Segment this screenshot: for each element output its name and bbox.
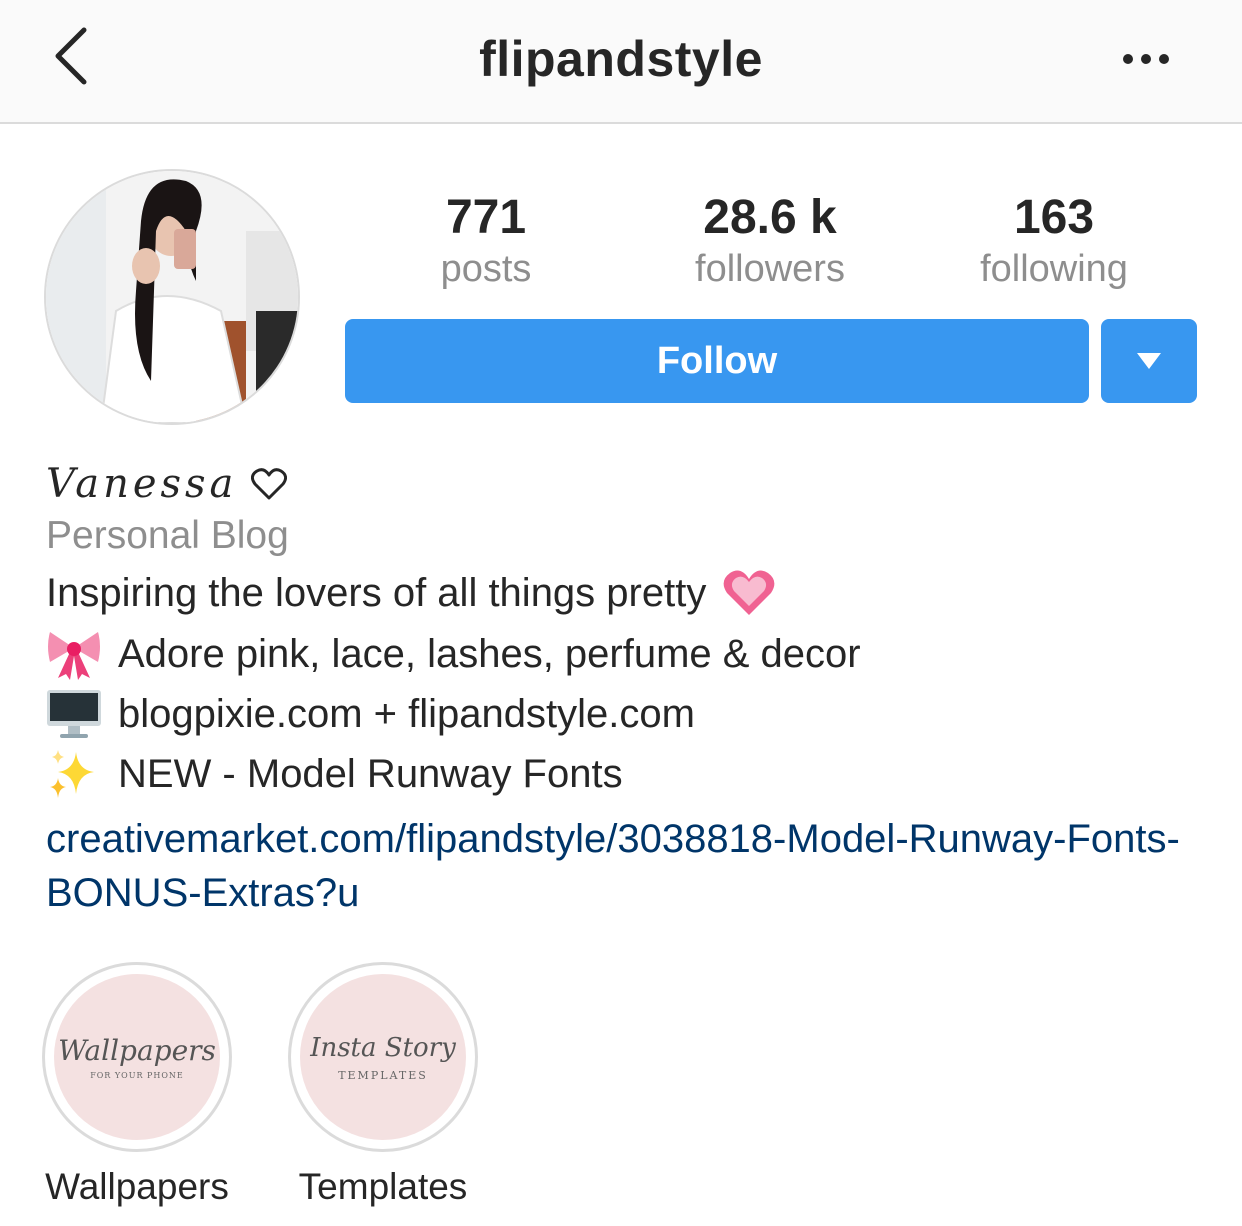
stat-followers-value: 28.6 k [703, 191, 837, 244]
heart-outline-icon [251, 468, 288, 500]
highlight-cover-title: Insta Story [310, 1032, 456, 1063]
highlight-cover-subtitle: FOR YOUR PHONE [90, 1071, 184, 1080]
stat-following[interactable]: 163 following [944, 190, 1164, 292]
highlight-ring: Wallpapers FOR YOUR PHONE [42, 962, 232, 1152]
highlight-cover-title: Wallpapers [58, 1034, 216, 1067]
highlight-cover: Insta Story TEMPLATES [300, 974, 466, 1140]
bio-text-3: blogpixie.com + flipandstyle.com [118, 691, 695, 736]
profile-website-link[interactable]: creativemarket.com/flipandstyle/3038818-… [46, 812, 1216, 920]
profile-avatar[interactable] [44, 169, 300, 425]
bio-line-4: NEW - Model Runway Fonts [46, 748, 623, 800]
suggested-dropdown-button[interactable] [1101, 319, 1197, 403]
nav-header: flipandstyle [0, 0, 1242, 124]
desktop-computer-icon [46, 688, 102, 740]
caret-down-icon [1137, 353, 1161, 369]
more-horizontal-icon[interactable] [1118, 48, 1174, 70]
stat-following-value: 163 [1013, 191, 1095, 244]
follow-button[interactable]: Follow [345, 319, 1089, 403]
profile-name-row: Vanessa [46, 456, 288, 512]
stat-posts-label: posts [440, 248, 532, 290]
highlight-templates[interactable]: Insta Story TEMPLATES Templates [288, 962, 478, 1208]
bio-text-1: Inspiring the lovers of all things prett… [46, 570, 707, 615]
display-name: Vanessa [46, 461, 238, 507]
highlight-wallpapers[interactable]: Wallpapers FOR YOUR PHONE Wallpapers [42, 962, 232, 1208]
stat-following-label: following [980, 248, 1128, 290]
highlight-ring: Insta Story TEMPLATES [288, 962, 478, 1152]
ribbon-icon [46, 628, 102, 680]
sparkles-icon [46, 748, 102, 800]
stat-posts-value: 771 [445, 191, 527, 244]
stat-posts[interactable]: 771 posts [376, 190, 596, 292]
bio-line-2: Adore pink, lace, lashes, perfume & deco… [46, 628, 861, 680]
profile-category: Personal Blog [46, 514, 289, 557]
highlight-label: Wallpapers [45, 1166, 229, 1207]
highlight-cover-subtitle: TEMPLATES [338, 1068, 428, 1082]
bio-line-1: Inspiring the lovers of all things prett… [46, 568, 776, 618]
bio-line-3: blogpixie.com + flipandstyle.com [46, 688, 695, 740]
stat-followers[interactable]: 28.6 k followers [660, 190, 880, 292]
bio-text-4: NEW - Model Runway Fonts [118, 751, 623, 796]
pink-heart-icon [722, 568, 776, 618]
highlight-cover: Wallpapers FOR YOUR PHONE [54, 974, 220, 1140]
profile-username: flipandstyle [479, 31, 763, 87]
stat-followers-label: followers [695, 248, 845, 290]
bio-text-2: Adore pink, lace, lashes, perfume & deco… [118, 631, 861, 676]
highlight-label: Templates [298, 1166, 468, 1207]
